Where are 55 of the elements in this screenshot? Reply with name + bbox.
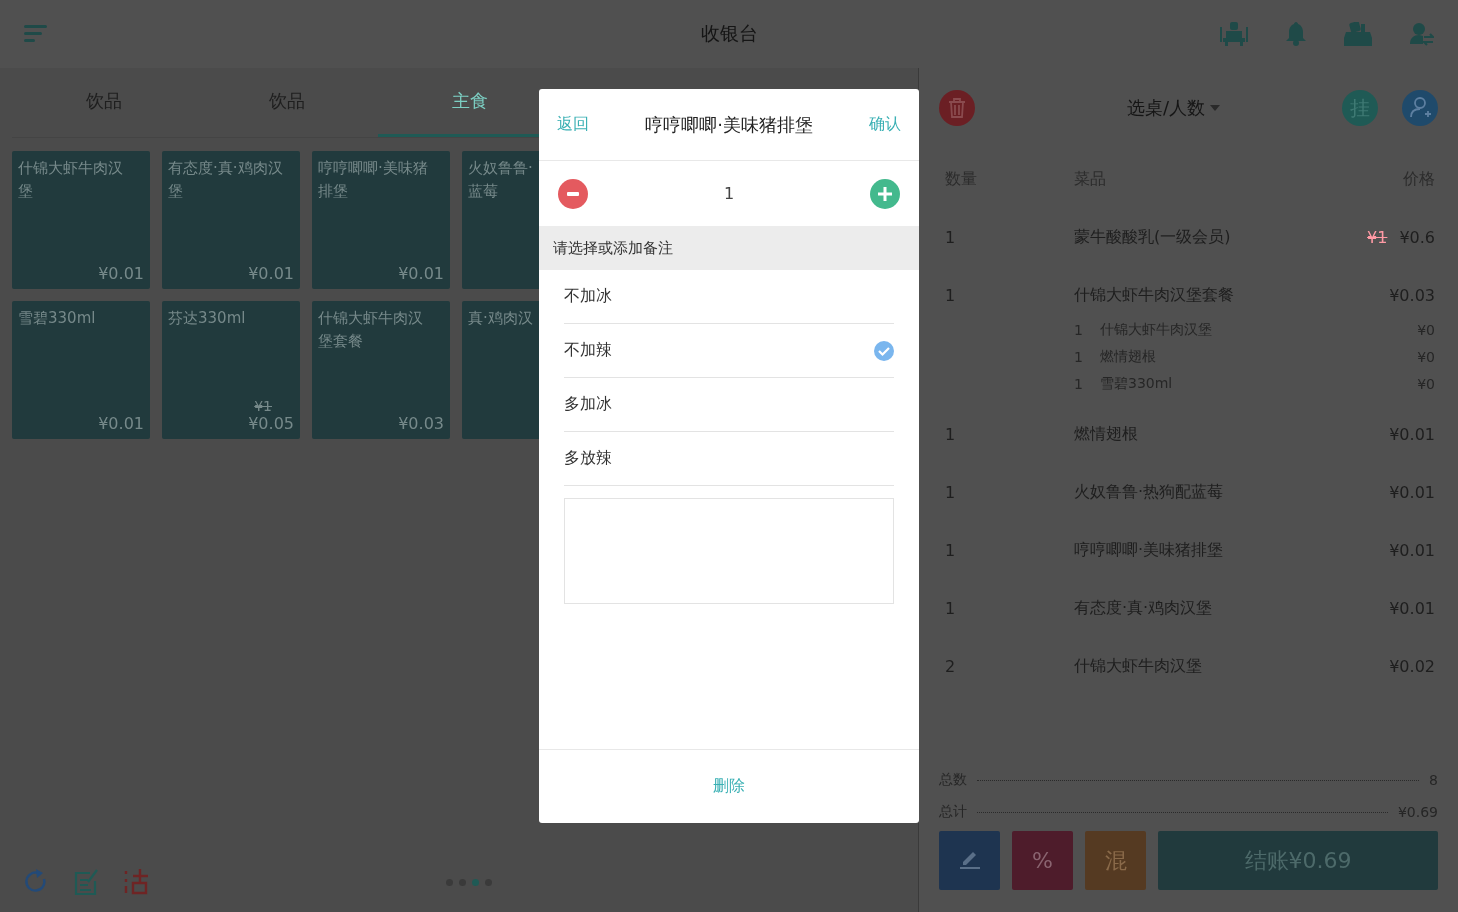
remark-option[interactable]: 不加辣 — [564, 324, 894, 378]
product-card[interactable]: 真·鸡肉汉 — [462, 301, 539, 439]
product-price: ¥0.01 — [98, 264, 144, 283]
cash-register-icon[interactable] — [1344, 22, 1372, 46]
product-name: 芬达330ml — [168, 308, 247, 329]
delete-link[interactable]: 删除 — [713, 776, 745, 797]
remark-field[interactable] — [564, 498, 894, 604]
confirm-link[interactable]: 确认 — [869, 114, 901, 135]
product-card[interactable]: 哼哼唧唧·美味猪 排堡 ¥0.01 — [312, 151, 450, 289]
option-label: 多加冰 — [564, 394, 612, 415]
product-price: ¥0.01 — [98, 414, 144, 433]
table-icon[interactable] — [1220, 22, 1248, 46]
product-name: 什锦大虾牛肉汉 堡套餐 — [318, 308, 424, 352]
product-card[interactable]: 什锦大虾牛肉汉 堡套餐 ¥0.03 — [312, 301, 450, 439]
product-name: 雪碧330ml — [18, 308, 97, 329]
product-card[interactable]: 火奴鲁鲁· 蓝莓 — [462, 151, 539, 289]
option-label: 不加辣 — [564, 340, 612, 361]
page-dot[interactable] — [472, 878, 479, 886]
minus-icon[interactable] — [558, 178, 588, 209]
product-card[interactable]: 雪碧330ml ¥0.01 — [12, 301, 150, 439]
product-price: ¥0.05 — [248, 414, 294, 433]
product-price: ¥0.01 — [248, 264, 294, 283]
bell-icon[interactable] — [1286, 22, 1306, 46]
user-switch-icon[interactable] — [1410, 22, 1434, 46]
remark-heading: 请选择或添加备注 — [539, 226, 919, 270]
option-label: 多放辣 — [564, 448, 612, 469]
product-price: ¥0.03 — [398, 414, 444, 433]
product-name: 有态度·真·鸡肉汉 堡 — [168, 158, 284, 202]
original-price: ¥1 — [1367, 227, 1388, 247]
product-card[interactable]: 什锦大虾牛肉汉 堡 ¥0.01 — [12, 151, 150, 289]
original-price: ¥1 — [254, 398, 272, 414]
page-title: 收银台 — [699, 21, 759, 46]
product-card[interactable]: 芬达330ml ¥1 ¥0.05 — [162, 301, 300, 439]
note-icon[interactable] — [74, 869, 98, 895]
product-price: ¥0.01 — [398, 264, 444, 283]
caret-icon — [1210, 105, 1221, 111]
product-name: 火奴鲁鲁· 蓝莓 — [468, 158, 533, 202]
edit-button[interactable] — [939, 831, 1000, 890]
sold-out-icon[interactable] — [124, 869, 148, 895]
add-member-icon[interactable] — [1402, 90, 1438, 126]
menu-icon[interactable] — [24, 25, 48, 43]
remark-option[interactable]: 不加冰 — [564, 270, 894, 324]
plus-icon[interactable] — [870, 178, 900, 209]
refresh-icon[interactable] — [24, 869, 48, 895]
product-name: 哼哼唧唧·美味猪 排堡 — [318, 158, 429, 202]
discount-button[interactable]: % — [1012, 831, 1073, 890]
product-name: 什锦大虾牛肉汉 堡 — [18, 158, 124, 202]
remark-option[interactable]: 多放辣 — [564, 432, 894, 486]
remark-option[interactable]: 多加冰 — [564, 378, 894, 432]
product-name: 真·鸡肉汉 — [468, 308, 533, 329]
option-label: 不加冰 — [564, 286, 612, 307]
product-card[interactable]: 有态度·真·鸡肉汉 堡 ¥0.01 — [162, 151, 300, 289]
dialog-title: 哼哼唧唧·美味猪排堡 — [645, 112, 813, 137]
table-selector[interactable]: 选桌/人数 — [1005, 96, 1342, 120]
trash-icon[interactable] — [939, 90, 975, 126]
